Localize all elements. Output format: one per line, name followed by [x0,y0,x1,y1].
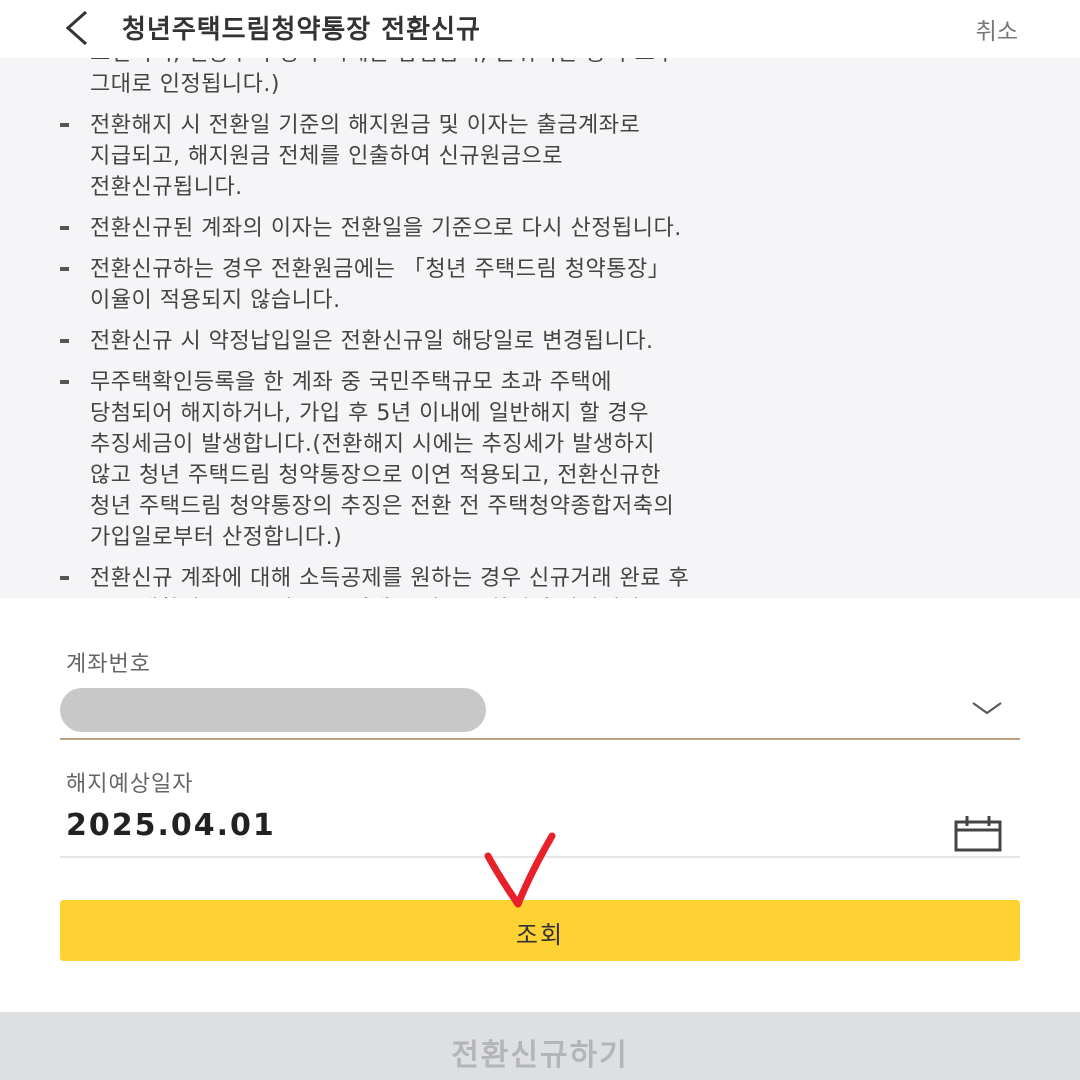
bullet-icon [60,339,69,343]
notice-text-line: 그대로 인정됩니다.) [90,72,280,97]
account-select[interactable] [60,684,1020,740]
app-header: 청년주택드림청약통장 전환신규 취소 [0,0,1080,58]
notice-text-line: 무주택확인등록을 한 계좌 중 국민주택규모 초과 주택에 [90,370,612,395]
inquiry-button-label: 조회 [515,921,565,949]
notice-text-line: 전환신규하는 경우 전환원금에는 「청년 주택드림 청약통장」 [90,257,671,282]
notice-text-line: 전환신규 시 약정납입일은 전환신규일 해당일로 변경됩니다. [90,329,654,354]
bullet-icon [60,226,69,230]
notice-item: 전환신규된 계좌의 이자는 전환일을 기준으로 다시 산정됩니다. [0,213,1080,244]
notice-text-line: 전환신규됩니다. [90,175,243,200]
notice-item: 전환신규 시 약정납입일은 전환신규일 해당일로 변경됩니다. [0,326,1080,357]
cancel-button[interactable]: 취소 [976,12,1018,46]
chevron-left-icon[interactable] [58,8,98,48]
expected-termination-date-label: 해지예상일자 [66,772,194,797]
notice-text-line: 이율이 적용되지 않습니다. [90,288,341,313]
date-value: 2025.04.01 [66,808,276,843]
notice-item: 무주택확인등록을 한 계좌 중 국민주택규모 초과 주택에당첨되어 해지하거나,… [0,367,1080,553]
notice-text-line: 추징세금이 발생합니다.(전환해지 시에는 추징세가 발생하지 [90,432,656,457]
convert-new-account-button[interactable]: 전환신규하기 [0,1012,1080,1080]
bullet-icon [60,380,69,384]
chevron-down-icon[interactable] [970,698,1004,718]
bullet-icon [60,576,69,580]
notice-text-line: 전환신규 계좌에 대해 소득공제를 원하는 경우 신규거래 완료 후 [90,566,690,591]
notice-text-line: 않고 청년 주택드림 청약통장으로 이연 적용되고, 전환신규한 [90,463,661,488]
notice-text-line: '무주택확인(소득공제)등록'거래를 별도로 하시기 바랍니다. [90,594,1040,598]
notice-text-line: 요건이며, 전용주택 청약 시에는 납입금액, 순위기간 등이 모두 [90,58,1040,69]
bullet-icon [60,123,69,127]
masked-account-number [60,688,486,732]
notice-section: 요건이며, 전용주택 청약 시에는 납입금액, 순위기간 등이 모두그대로 인정… [0,58,1080,598]
notice-text-line: 가입일로부터 산정합니다.) [90,525,343,550]
bullet-icon [60,267,69,271]
account-number-label: 계좌번호 [66,652,151,677]
notice-text-line: 청년 주택드림 청약통장의 추징은 전환 전 주택청약종합저축의 [90,494,675,519]
notice-text-line: 당첨되어 해지하거나, 가입 후 5년 이내에 일반해지 할 경우 [90,401,649,426]
convert-button-label: 전환신규하기 [451,1038,629,1073]
calendar-icon[interactable] [954,814,1002,854]
notice-item: 전환해지 시 전환일 기준의 해지원금 및 이자는 출금계좌로지급되고, 해지원… [0,110,1080,203]
notice-text-line: 전환신규된 계좌의 이자는 전환일을 기준으로 다시 산정됩니다. [90,216,682,241]
notice-list: 요건이며, 전용주택 청약 시에는 납입금액, 순위기간 등이 모두그대로 인정… [0,58,1080,598]
notice-item: 전환신규 계좌에 대해 소득공제를 원하는 경우 신규거래 완료 후 '무주택확인… [0,563,1080,598]
red-checkmark-icon [484,832,556,908]
page-title: 청년주택드림청약통장 전환신규 [122,15,481,45]
notice-item: 전환신규하는 경우 전환원금에는 「청년 주택드림 청약통장」 이율이 적용되지 … [0,254,1080,316]
notice-text-line: 전환해지 시 전환일 기준의 해지원금 및 이자는 출금계좌로 [90,113,641,138]
notice-text-line: 지급되고, 해지원금 전체를 인출하여 신규원금으로 [90,144,564,169]
notice-item: 요건이며, 전용주택 청약 시에는 납입금액, 순위기간 등이 모두그대로 인정… [0,58,1080,100]
